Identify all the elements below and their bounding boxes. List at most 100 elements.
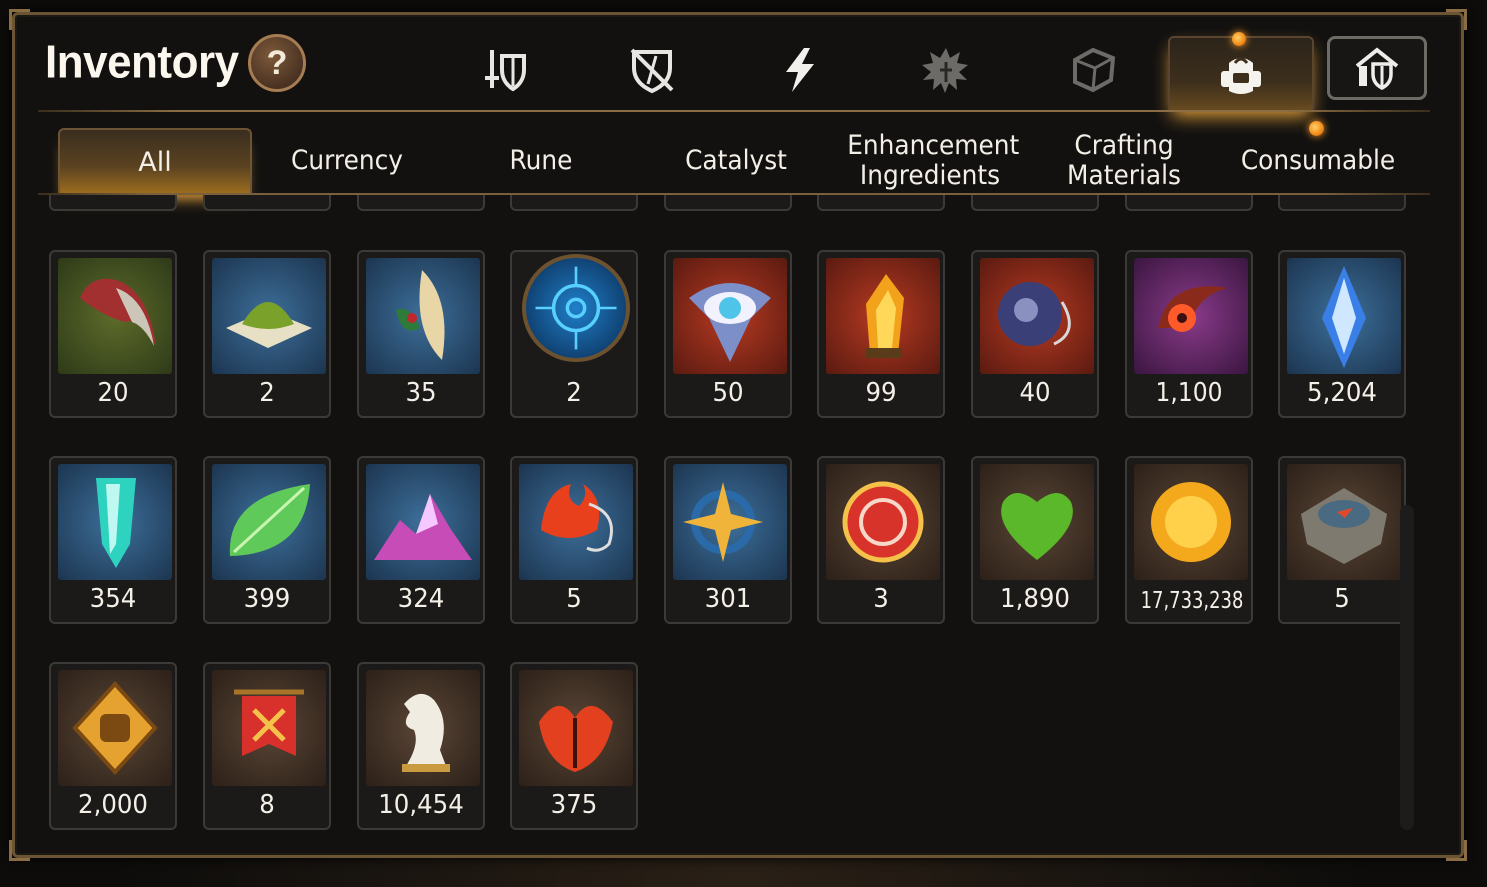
item-slot[interactable]: 50	[664, 250, 792, 418]
castle-shield-icon	[1355, 47, 1399, 90]
item-slot[interactable]: 10,454	[357, 662, 485, 830]
item-slot[interactable]	[1278, 195, 1406, 211]
notification-dot	[1309, 121, 1324, 136]
tab-enhancement-ingredients[interactable]: Enhancement Ingredients	[840, 128, 1020, 194]
item-slot[interactable]	[357, 195, 485, 211]
item-count: 35	[405, 378, 437, 408]
item-slot[interactable]: 35	[357, 250, 485, 418]
item-slot[interactable]: 375	[510, 662, 638, 830]
tab-label: Crafting Materials	[1067, 130, 1181, 191]
tab-label: Currency	[291, 145, 403, 176]
misc-tab[interactable]	[1061, 38, 1125, 102]
item-slot[interactable]: 5	[510, 456, 638, 624]
tab-crafting-materials[interactable]: Crafting Materials	[1047, 128, 1202, 194]
item-count: 2	[259, 378, 275, 408]
item-slot[interactable]: 2,000	[49, 662, 177, 830]
item-slot[interactable]	[203, 195, 331, 211]
help-button[interactable]: ?	[248, 34, 306, 92]
broken-shield-icon	[630, 48, 674, 94]
item-count: 324	[397, 584, 445, 614]
storage-tab[interactable]	[1327, 36, 1427, 100]
item-count: 10,454	[378, 790, 464, 820]
flame-crystal-icon	[826, 258, 940, 374]
item-count: 2	[566, 378, 582, 408]
item-slot[interactable]: 2	[510, 250, 638, 418]
frame-corner	[9, 9, 30, 30]
leaf-icon	[212, 464, 326, 580]
teal-crystal-icon	[58, 464, 172, 580]
tab-label: Enhancement Ingredients	[847, 130, 1020, 191]
notification-dot	[1232, 32, 1246, 46]
red-leaf-icon	[519, 670, 633, 786]
equipment-tab[interactable]	[474, 38, 538, 102]
artifact-tab[interactable]	[620, 38, 684, 102]
backpack-icon	[1221, 57, 1261, 94]
item-slot[interactable]: 8	[203, 662, 331, 830]
item-count: 17,733,238	[1140, 588, 1244, 614]
divider	[38, 110, 1430, 112]
flower-bracelet-icon	[1134, 258, 1248, 374]
item-count: 301	[704, 584, 752, 614]
tab-rune[interactable]: Rune	[459, 128, 623, 194]
item-slot[interactable]: 40	[971, 250, 1099, 418]
item-slot[interactable]: 99	[817, 250, 945, 418]
item-count: 2,000	[78, 790, 148, 820]
tab-currency[interactable]: Currency	[265, 128, 429, 194]
lightning-icon	[786, 48, 814, 92]
skill-tab[interactable]	[768, 38, 832, 102]
item-count: 8	[259, 790, 275, 820]
item-slot[interactable]: 1,890	[971, 456, 1099, 624]
item-slot[interactable]: 20	[49, 250, 177, 418]
rope-pendant-icon	[980, 258, 1094, 374]
item-slot[interactable]	[971, 195, 1099, 211]
item-slot[interactable]: 5	[1278, 456, 1406, 624]
item-grid: 20 2 35 2 50 99 40 1,100 5,204 354 399 3…	[40, 195, 1420, 840]
frame-corner	[1446, 840, 1467, 861]
flame-charm-icon	[519, 464, 633, 580]
item-count: 40	[1019, 378, 1051, 408]
star-charm-icon	[673, 464, 787, 580]
item-count: 5	[566, 584, 582, 614]
item-slot[interactable]	[817, 195, 945, 211]
item-slot[interactable]: 3	[817, 456, 945, 624]
item-count: 354	[89, 584, 137, 614]
eye-gem-icon	[673, 258, 787, 374]
item-slot[interactable]	[510, 195, 638, 211]
item-slot[interactable]: 399	[203, 456, 331, 624]
item-slot[interactable]	[1125, 195, 1253, 211]
tab-catalyst[interactable]: Catalyst	[652, 128, 819, 194]
knight-chess-icon	[366, 670, 480, 786]
tab-all[interactable]: All	[58, 128, 252, 196]
item-slot[interactable]: 17,733,238	[1125, 456, 1253, 624]
item-slot[interactable]: 2	[203, 250, 331, 418]
scrollbar[interactable]	[1400, 505, 1414, 830]
rune-disc-icon	[522, 254, 630, 362]
item-count: 1,890	[1000, 584, 1070, 614]
spiky-creature-icon	[922, 48, 968, 93]
item-slot[interactable]: 5,204	[1278, 250, 1406, 418]
items-tab[interactable]	[1168, 36, 1314, 112]
fist-emblem-icon	[58, 670, 172, 786]
sword-shield-icon	[485, 50, 526, 92]
item-slot[interactable]: 1,100	[1125, 250, 1253, 418]
item-slot[interactable]	[49, 195, 177, 211]
item-slot[interactable]	[664, 195, 792, 211]
feather-icon	[366, 258, 480, 374]
claw-icon	[58, 258, 172, 374]
item-count: 5	[1334, 584, 1350, 614]
tab-label: Consumable	[1240, 145, 1396, 176]
item-count: 50	[712, 378, 744, 408]
item-slot[interactable]: 301	[664, 456, 792, 624]
item-count: 3	[873, 584, 889, 614]
frame-corner	[9, 840, 30, 861]
page-title: Inventory	[45, 36, 239, 89]
monster-tab[interactable]	[914, 38, 978, 102]
crystal-pile-icon	[366, 464, 480, 580]
tab-label: Catalyst	[685, 145, 787, 176]
heart-icon	[980, 464, 1094, 580]
item-slot[interactable]: 324	[357, 456, 485, 624]
item-count: 1,100	[1155, 378, 1223, 408]
item-count: 375	[550, 790, 598, 820]
tab-consumable[interactable]: Consumable	[1228, 128, 1408, 194]
item-slot[interactable]: 354	[49, 456, 177, 624]
